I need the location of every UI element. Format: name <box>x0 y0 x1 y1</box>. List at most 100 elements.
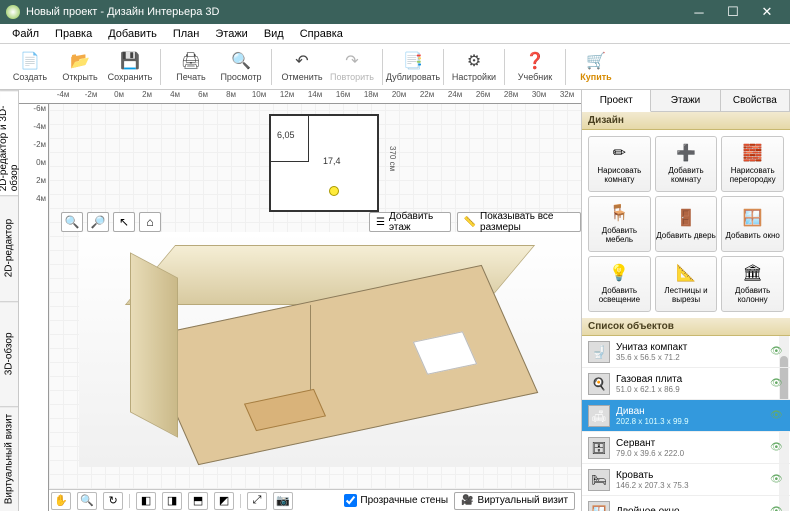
help-button[interactable]: ❓Учебник <box>511 46 559 88</box>
buy-button[interactable]: 🛒Купить <box>572 46 620 88</box>
object-row[interactable]: 🛋 Диван202.8 x 101.3 x 99.9 👁 <box>582 400 790 432</box>
object-name: Унитаз компакт <box>616 342 764 353</box>
object-name: Диван <box>616 406 764 417</box>
toolbar-separator <box>443 49 444 85</box>
menu-справка[interactable]: Справка <box>292 26 351 42</box>
visibility-toggle[interactable]: 👁 <box>770 378 784 389</box>
virtual-visit-button[interactable]: 🎥Виртуальный визит <box>454 492 575 510</box>
view-front[interactable]: ◧ <box>136 492 156 510</box>
minimize-button[interactable]: ─ <box>682 0 716 24</box>
undo-button[interactable]: ↶Отменить <box>278 46 326 88</box>
toolbar-separator <box>504 49 505 85</box>
save-button[interactable]: 💾Сохранить <box>106 46 154 88</box>
draw-room-button[interactable]: ✏Нарисовать комнату <box>588 136 651 192</box>
zoom-button[interactable]: 🔍 <box>77 492 97 510</box>
ruler-icon: 📏 <box>464 217 476 228</box>
help-button-icon: ❓ <box>525 51 545 71</box>
view-side[interactable]: ◨ <box>162 492 182 510</box>
draw-wall-icon: 🧱 <box>742 143 764 165</box>
add-window-icon: 🪟 <box>742 208 764 230</box>
toolbar-separator <box>271 49 272 85</box>
menu-план[interactable]: План <box>165 26 208 42</box>
object-row[interactable]: 🪟Двойное окно👁 <box>582 496 790 511</box>
transparent-walls-checkbox[interactable]: Прозрачные стены <box>344 494 448 507</box>
visibility-toggle[interactable]: 👁 <box>770 506 784 511</box>
home-button[interactable]: ⌂ <box>139 212 161 232</box>
window-title: Новый проект - Дизайн Интерьера 3D <box>26 6 682 18</box>
ruler-horizontal: -4м-2м0м2м4м6м8м10м12м14м16м18м20м22м24м… <box>19 90 581 104</box>
add-window-button[interactable]: 🪟Добавить окно <box>721 196 784 252</box>
panel-tab-Этажи[interactable]: Этажи <box>651 90 720 111</box>
object-dimensions: 79.0 x 39.6 x 222.0 <box>616 449 764 458</box>
settings-button[interactable]: ⚙Настройки <box>450 46 498 88</box>
add-light-button[interactable]: 💡Добавить освещение <box>588 256 651 312</box>
view-iso[interactable]: ◩ <box>214 492 234 510</box>
add-door-button[interactable]: 🚪Добавить дверь <box>655 196 718 252</box>
dimension-label: 370 см <box>388 146 397 171</box>
add-room-button[interactable]: ➕Добавить комнату <box>655 136 718 192</box>
object-thumbnail: 🍳 <box>588 373 610 395</box>
rotate-button[interactable]: ↻ <box>103 492 123 510</box>
visibility-toggle[interactable]: 👁 <box>770 474 784 485</box>
stairs-button[interactable]: 📐Лестницы и вырезы <box>655 256 718 312</box>
view-top[interactable]: ⬒ <box>188 492 208 510</box>
object-row[interactable]: 🛏Кровать146.2 x 207.3 x 75.3👁 <box>582 464 790 496</box>
snapshot-button[interactable]: 📷 <box>273 492 293 510</box>
settings-button-icon: ⚙ <box>464 51 484 71</box>
layers-icon: ☰ <box>376 217 385 228</box>
object-thumbnail: 🛋 <box>588 405 610 427</box>
close-button[interactable]: ✕ <box>750 0 784 24</box>
objects-section-header: Список объектов <box>582 318 790 336</box>
viewport-3d[interactable] <box>79 232 581 467</box>
side-tab-3[interactable]: Виртуальный визит <box>0 406 18 511</box>
object-name: Сервант <box>616 438 764 449</box>
add-floor-button[interactable]: ☰Добавить этаж <box>369 212 451 232</box>
menu-добавить[interactable]: Добавить <box>100 26 165 42</box>
menu-этажи[interactable]: Этажи <box>207 26 255 42</box>
toolbar-separator <box>160 49 161 85</box>
zoom-in-button[interactable]: 🔍 <box>61 212 83 232</box>
object-row[interactable]: 🗄Сервант79.0 x 39.6 x 222.0👁 <box>582 432 790 464</box>
cursor-button[interactable]: ↖ <box>113 212 135 232</box>
open-button[interactable]: 📂Открыть <box>56 46 104 88</box>
duplicate-button[interactable]: 📑Дублировать <box>389 46 437 88</box>
room-area-1: 6,05 <box>277 130 295 140</box>
toolbar-separator <box>382 49 383 85</box>
object-row[interactable]: 🍳Газовая плита51.0 x 62.1 x 86.9👁 <box>582 368 790 400</box>
fit-button[interactable]: ⤢ <box>247 492 267 510</box>
side-tab-1[interactable]: 2D-редактор <box>0 195 18 300</box>
side-tab-0[interactable]: 2D-редактор и 3D-обзор <box>0 90 18 195</box>
side-tab-2[interactable]: 3D-обзор <box>0 301 18 406</box>
menu-вид[interactable]: Вид <box>256 26 292 42</box>
object-dimensions: 146.2 x 207.3 x 75.3 <box>616 481 764 490</box>
preview-button[interactable]: 🔍Просмотр <box>217 46 265 88</box>
app-icon <box>6 5 20 19</box>
pan-button[interactable]: ✋ <box>51 492 71 510</box>
add-column-icon: 🏛 <box>742 263 764 285</box>
viewport-2d[interactable]: 6,05 17,4 370 см 🔍 🔎 ↖ ⌂ ☰Добавить этаж … <box>49 104 581 489</box>
duplicate-button-icon: 📑 <box>403 51 423 71</box>
new-button[interactable]: 📄Создать <box>6 46 54 88</box>
object-thumbnail: 🪟 <box>588 501 610 511</box>
menu-файл[interactable]: Файл <box>4 26 47 42</box>
menu-правка[interactable]: Правка <box>47 26 100 42</box>
floor-plan[interactable]: 6,05 17,4 370 см <box>269 114 379 212</box>
draw-wall-button[interactable]: 🧱Нарисовать перегородку <box>721 136 784 192</box>
open-button-icon: 📂 <box>70 51 90 71</box>
add-column-button[interactable]: 🏛Добавить колонну <box>721 256 784 312</box>
position-marker[interactable] <box>329 186 339 196</box>
print-button-icon: 🖨 <box>181 51 201 71</box>
visibility-toggle[interactable]: 👁 <box>770 346 784 357</box>
object-dimensions: 202.8 x 101.3 x 99.9 <box>616 417 764 426</box>
show-dimensions-button[interactable]: 📏Показывать все размеры <box>457 212 581 232</box>
panel-tab-Проект[interactable]: Проект <box>582 90 651 112</box>
print-button[interactable]: 🖨Печать <box>167 46 215 88</box>
zoom-out-button[interactable]: 🔎 <box>87 212 109 232</box>
maximize-button[interactable]: ☐ <box>716 0 750 24</box>
add-door-icon: 🚪 <box>675 208 697 230</box>
add-furniture-button[interactable]: 🪑Добавить мебель <box>588 196 651 252</box>
object-row[interactable]: 🚽Унитаз компакт35.6 x 56.5 x 71.2👁 <box>582 336 790 368</box>
visibility-toggle[interactable]: 👁 <box>770 410 784 421</box>
visibility-toggle[interactable]: 👁 <box>770 442 784 453</box>
panel-tab-Свойства[interactable]: Свойства <box>721 90 790 111</box>
